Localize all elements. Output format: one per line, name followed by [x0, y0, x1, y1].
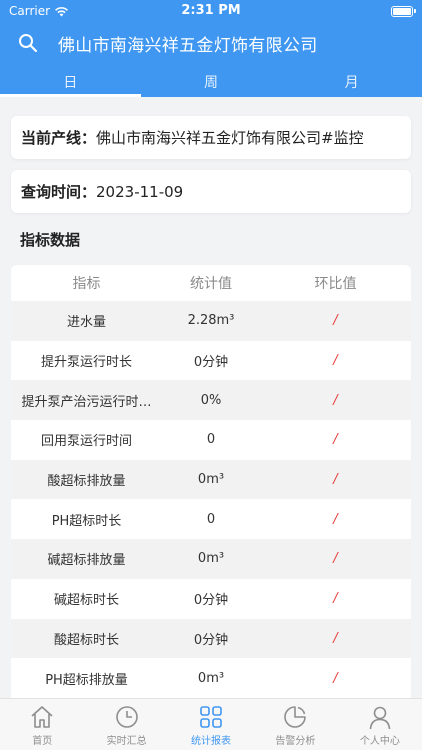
- query-date-card[interactable]: 查询时间： 2023-11-09: [11, 170, 411, 213]
- production-line-card[interactable]: 当前产线： 佛山市南海兴祥五金灯饰有限公司#监控: [11, 116, 411, 159]
- tab-day[interactable]: 日: [0, 66, 141, 97]
- row-value: 0分钟: [193, 632, 229, 648]
- table-row: 酸超标时长 0分钟 /: [11, 618, 411, 659]
- tabbar-reports[interactable]: 统计报表: [169, 699, 253, 750]
- row-name: 回用泵运行时间: [40, 434, 132, 450]
- table-row: 回用泵运行时间 0 /: [11, 420, 411, 460]
- tabbar-profile[interactable]: 个人中心: [338, 699, 422, 750]
- row-name: 提升泵产治污运行时…: [21, 394, 152, 410]
- row-ratio: /: [333, 432, 338, 448]
- table-row: 碱超标排放量 0m³ /: [11, 539, 411, 579]
- tabbar-reports-label: 统计报表: [191, 736, 232, 747]
- header-ratio: 环比值: [314, 276, 357, 292]
- tabbar-home-label: 首页: [32, 736, 53, 747]
- table-row: PH超标时长 0 /: [11, 499, 411, 540]
- tabbar-profile-label: 个人中心: [359, 736, 400, 747]
- row-value: 0m³: [197, 670, 225, 686]
- tab-month[interactable]: 月: [281, 66, 422, 97]
- row-value: 0: [206, 511, 216, 527]
- tabbar-alerts[interactable]: 告警分析: [253, 699, 337, 750]
- table-body: 进水量 2.28m³ / 提升泵运行时长 0分钟 / 提升泵产治污运行时… 0% / 回用泵…: [11, 301, 411, 698]
- row-ratio: /: [333, 591, 338, 607]
- tabbar-realtime-label: 实时汇总: [106, 736, 147, 747]
- row-name: 进水量: [66, 315, 106, 331]
- bottom-tab-bar: 首页 实时汇总 统计报表 告警分析 个人中心: [0, 698, 422, 750]
- row-ratio: /: [333, 511, 338, 527]
- row-value: 2.28m³: [187, 313, 235, 329]
- title-bar: 佛山市南海兴祥五金灯饰有限公司: [0, 22, 422, 64]
- section-title: 指标数据: [20, 230, 81, 249]
- header-indicator: 指标: [72, 276, 101, 292]
- row-ratio: /: [333, 630, 338, 646]
- battery-icon: [391, 5, 416, 17]
- table-row: PH超标排放量 0m³ /: [11, 658, 411, 698]
- row-ratio: /: [333, 392, 338, 408]
- production-line-value: 佛山市南海兴祥五金灯饰有限公司#监控: [96, 129, 364, 147]
- table-row: 碱超标时长 0分钟 /: [11, 578, 411, 619]
- clock-icon: [115, 706, 138, 728]
- query-date-label: 查询时间：: [21, 183, 97, 201]
- row-name: PH超标时长: [51, 513, 122, 529]
- table-row: 提升泵运行时长 0分钟 /: [11, 340, 411, 381]
- row-ratio: /: [333, 353, 338, 369]
- tab-month-label: 月: [344, 74, 359, 91]
- pie-chart-icon: [284, 706, 307, 728]
- grid-icon: [200, 706, 222, 728]
- row-name: 提升泵运行时长: [40, 355, 132, 371]
- query-date-value: 2023-11-09: [96, 182, 184, 201]
- header-value: 统计值: [190, 276, 232, 292]
- tab-week[interactable]: 周: [141, 66, 282, 97]
- period-tabs: 日 周 月: [0, 66, 422, 97]
- tabbar-home[interactable]: 首页: [0, 699, 84, 750]
- row-name: 碱超标时长: [53, 593, 119, 609]
- row-value: 0分钟: [193, 593, 229, 609]
- tabbar-realtime[interactable]: 实时汇总: [84, 699, 168, 750]
- home-icon: [31, 706, 53, 728]
- row-ratio: /: [333, 670, 338, 686]
- header: Carrier 2:31 PM 佛山市南海兴祥五金灯饰有限公司 日 周 月: [0, 0, 422, 97]
- tabbar-alerts-label: 告警分析: [275, 736, 316, 747]
- row-ratio: /: [333, 472, 338, 488]
- row-value: 0m³: [197, 472, 225, 488]
- user-icon: [369, 706, 391, 730]
- row-value: 0: [206, 432, 216, 448]
- row-value: 0m³: [197, 551, 225, 567]
- production-line-label: 当前产线：: [21, 129, 97, 147]
- row-name: 酸超标时长: [53, 632, 119, 648]
- row-ratio: /: [333, 313, 338, 329]
- row-name: PH超标排放量: [45, 672, 128, 688]
- table-row: 酸超标排放量 0m³ /: [11, 459, 411, 500]
- tab-day-label: 日: [63, 74, 78, 91]
- row-value: 0分钟: [193, 355, 229, 371]
- table-header: 指标 统计值 环比值: [11, 265, 411, 301]
- search-icon[interactable]: [18, 33, 38, 53]
- row-ratio: /: [333, 551, 338, 567]
- indicator-table: 指标 统计值 环比值 进水量 2.28m³ / 提升泵运行时长 0分钟 / 提升泵产治污…: [11, 265, 411, 698]
- status-bar: Carrier 2:31 PM: [0, 0, 422, 22]
- row-name: 酸超标排放量: [47, 474, 126, 490]
- row-name: 碱超标排放量: [47, 553, 126, 569]
- table-row: 进水量 2.28m³ /: [11, 301, 411, 341]
- table-row: 提升泵产治污运行时… 0% /: [11, 380, 411, 421]
- page-title: 佛山市南海兴祥五金灯饰有限公司: [58, 35, 318, 56]
- tab-week-label: 周: [204, 74, 218, 91]
- row-value: 0%: [200, 392, 222, 408]
- status-time: 2:31 PM: [181, 3, 241, 18]
